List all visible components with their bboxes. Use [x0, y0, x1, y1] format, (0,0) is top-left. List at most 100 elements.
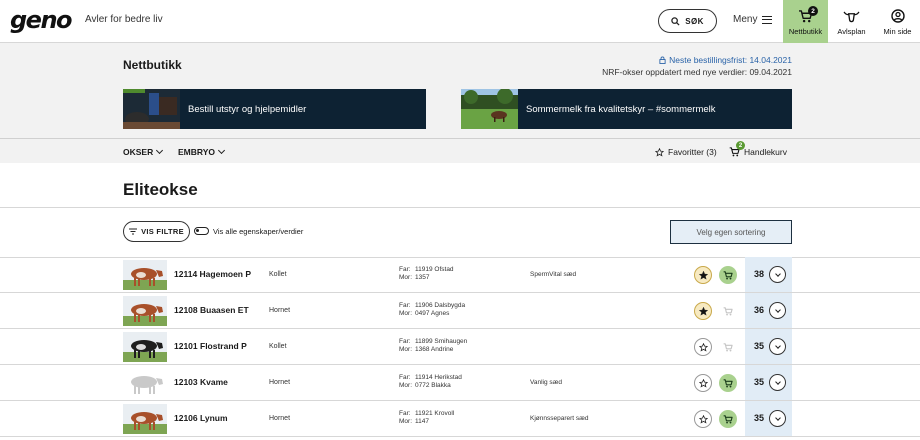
- parents-info: Far: 11906 Dalsbygda Mor: 0497 Agnes: [399, 302, 465, 318]
- cart-link[interactable]: 2 Handlekurv: [729, 141, 787, 157]
- favorite-button[interactable]: [694, 266, 712, 284]
- score-cell: 35: [745, 401, 792, 436]
- show-all-properties-toggle[interactable]: [194, 227, 209, 235]
- favorite-button[interactable]: [694, 410, 712, 428]
- filter-label: VIS FILTRE: [141, 227, 184, 236]
- mor-label: Mor:: [399, 274, 412, 281]
- cart-label: Handlekurv: [744, 147, 787, 157]
- parents-info: Far: 11914 Herikstad Mor: 0772 Blakka: [399, 374, 462, 390]
- hero-section: Nettbutikk Neste bestillingsfrist: 14.04…: [0, 43, 920, 138]
- cart-count-badge: 2: [808, 6, 818, 16]
- chevron-down-icon: [774, 342, 781, 349]
- add-to-cart-button[interactable]: [719, 338, 737, 356]
- nav-label: Avlsplan: [837, 27, 866, 36]
- bull-name[interactable]: 12106 Lynum: [174, 413, 228, 423]
- expand-row-button[interactable]: [769, 338, 786, 355]
- star-icon: [698, 342, 708, 352]
- hamburger-icon: [762, 15, 773, 24]
- expand-row-button[interactable]: [769, 410, 786, 427]
- expand-row-button[interactable]: [769, 302, 786, 319]
- favorite-button[interactable]: [694, 338, 712, 356]
- table-row[interactable]: 12106 Lynum Hornet Far: 11921 Krovoll Mor…: [0, 401, 920, 437]
- banner-sommermelk[interactable]: Sommermelk fra kvalitetskyr – #sommermel…: [461, 89, 792, 129]
- bull-photo: [123, 296, 167, 326]
- subnav-label: EMBRYO: [178, 147, 215, 157]
- star-icon: [698, 414, 708, 424]
- table-row[interactable]: 12101 Flostrand P Kollet Far: 11899 Smiha…: [0, 329, 920, 365]
- favorite-button[interactable]: [694, 302, 712, 320]
- table-row[interactable]: 12114 Hagemoen P Kollet Far: 11919 Ofstad…: [0, 257, 920, 293]
- bull-name[interactable]: 12101 Flostrand P: [174, 341, 247, 351]
- expand-row-button[interactable]: [769, 266, 786, 283]
- banner-text: Sommermelk fra kvalitetskyr – #sommermel…: [526, 103, 716, 115]
- score-cell: 35: [745, 365, 792, 400]
- chevron-down-icon: [156, 146, 164, 155]
- favorite-button[interactable]: [694, 374, 712, 392]
- horn-status: Kollet: [269, 271, 287, 278]
- table-row[interactable]: 12103 Kvame Hornet Far: 11914 Herikstad M…: [0, 365, 920, 401]
- bull-photo: [123, 368, 167, 398]
- favorites-link[interactable]: Favoritter (3): [655, 147, 717, 157]
- bull-name[interactable]: 12108 Buaasen ET: [174, 305, 249, 315]
- banner-image: [461, 89, 518, 129]
- update-notice: NRF-okser oppdatert med nye verdier: 09.…: [602, 67, 792, 77]
- bull-photo: [123, 332, 167, 362]
- expand-row-button[interactable]: [769, 374, 786, 391]
- nav-avlsplan[interactable]: Avlsplan: [829, 0, 874, 43]
- order-deadline-link[interactable]: Neste bestillingsfrist: 14.04.2021: [659, 55, 792, 65]
- banner-image: [123, 89, 180, 129]
- bull-name[interactable]: 12114 Hagemoen P: [174, 269, 251, 279]
- star-icon: [698, 306, 708, 316]
- semen-type: SpermVital sæd: [530, 271, 577, 278]
- bull-photo: [123, 404, 167, 434]
- sort-select[interactable]: Velg egen sortering: [670, 220, 792, 244]
- cart-icon: [723, 414, 733, 423]
- banner-text: Bestill utstyr og hjelpemidler: [188, 103, 307, 115]
- far-label: Far:: [399, 338, 411, 345]
- far-value: 11919 Ofstad: [415, 266, 454, 273]
- add-to-cart-button[interactable]: [719, 302, 737, 320]
- mor-value: 1357: [415, 274, 430, 281]
- table-row[interactable]: 12108 Buaasen ET Hornet Far: 11906 Dalsby…: [0, 293, 920, 329]
- cart-icon: [723, 342, 733, 351]
- far-value: 11906 Dalsbygda: [415, 302, 466, 309]
- top-bar: geno Avler for bedre liv SØK Meny 2 Nett…: [0, 0, 920, 43]
- parents-info: Far: 11919 Ofstad Mor: 1357: [399, 266, 454, 282]
- star-icon: [655, 147, 664, 157]
- show-filters-button[interactable]: VIS FILTRE: [123, 221, 190, 242]
- sub-navigation: OKSER EMBRYO Favoritter (3) 2 Handlekurv: [0, 138, 920, 163]
- far-value: 11899 Smihaugen: [415, 338, 468, 345]
- nav-min-side[interactable]: Min side: [875, 0, 920, 43]
- cart-icon: [723, 270, 733, 279]
- chevron-down-icon: [774, 270, 781, 277]
- chevron-down-icon: [774, 414, 781, 421]
- menu-label: Meny: [733, 14, 758, 25]
- mor-label: Mor:: [399, 310, 412, 317]
- far-label: Far:: [399, 410, 411, 417]
- tagline: Avler for bedre liv: [85, 14, 163, 25]
- add-to-cart-button[interactable]: [719, 266, 737, 284]
- add-to-cart-button[interactable]: [719, 374, 737, 392]
- semen-type: Kjønnsseparert sæd: [530, 415, 589, 422]
- page-section-title: Nettbutikk: [123, 58, 182, 72]
- subnav-okser-dropdown[interactable]: OKSER: [123, 146, 164, 157]
- subnav-embryo-dropdown[interactable]: EMBRYO: [178, 146, 226, 157]
- menu-button[interactable]: Meny: [733, 14, 773, 25]
- horn-status: Hornet: [269, 415, 291, 422]
- bull-name[interactable]: 12103 Kvame: [174, 377, 228, 387]
- add-to-cart-button[interactable]: [719, 410, 737, 428]
- horn-status: Hornet: [269, 307, 291, 314]
- nav-nettbutikk[interactable]: 2 Nettbutikk: [783, 0, 828, 43]
- far-label: Far:: [399, 266, 411, 273]
- chevron-down-icon: [774, 378, 781, 385]
- geno-logo[interactable]: geno: [10, 6, 73, 34]
- search-icon: [671, 16, 680, 26]
- star-icon: [698, 270, 708, 280]
- cart-icon: [723, 378, 733, 387]
- total-index-score: 35: [754, 377, 765, 387]
- banner-equipment[interactable]: Bestill utstyr og hjelpemidler: [123, 89, 426, 129]
- parents-info: Far: 11921 Krovoll Mor: 1147: [399, 410, 454, 426]
- score-cell: 38: [745, 257, 792, 292]
- cart-icon: [723, 306, 733, 315]
- search-button[interactable]: SØK: [658, 9, 717, 33]
